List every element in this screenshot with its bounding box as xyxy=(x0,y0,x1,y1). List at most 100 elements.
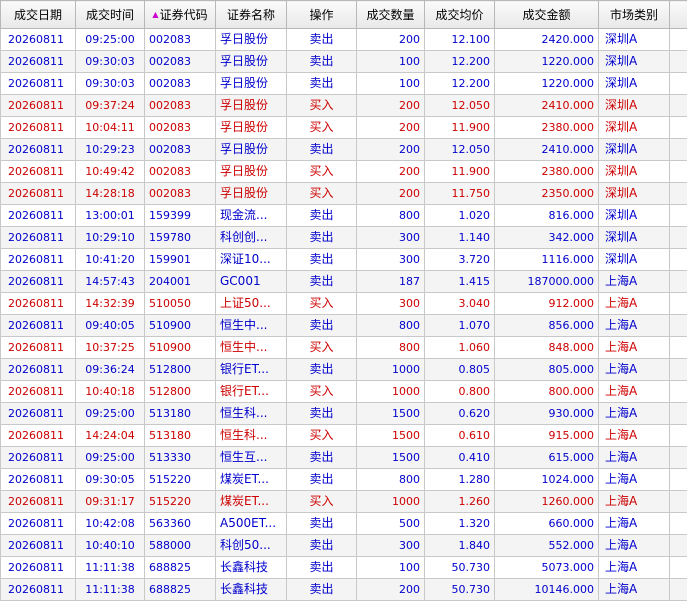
cell-date: 20260811 xyxy=(0,380,76,403)
cell-quantity: 200 xyxy=(356,138,425,161)
trade-history-grid: 成交日期 成交时间 ▲证券代码 证券名称 操作 成交数量 成交均价 成交金额 市… xyxy=(0,0,687,606)
cell-name: 上证50... xyxy=(215,292,287,315)
table-row[interactable]: 20260811 13:00:01 159399 现金流... 卖出 800 1.020 81… xyxy=(0,204,687,227)
cell-operation: 买入 xyxy=(286,94,357,117)
table-row[interactable]: 20260811 09:30:05 515220 煤炭ET... 卖出 800 1.280 1… xyxy=(0,468,687,491)
table-row[interactable]: 20260811 14:57:43 204001 GC001 卖出 187 1.415 187… xyxy=(0,270,687,293)
cell-operation: 卖出 xyxy=(286,446,357,469)
cell-name: 煤炭ET... xyxy=(215,468,287,491)
table-row[interactable]: 20260811 09:30:03 002083 孚日股份 卖出 100 12.200 122… xyxy=(0,50,687,73)
table-row[interactable]: 20260811 09:40:05 510900 恒生中... 卖出 800 1.070 85… xyxy=(0,314,687,337)
cell-operation: 卖出 xyxy=(286,468,357,491)
cell-spacer xyxy=(669,512,687,535)
cell-spacer xyxy=(669,336,687,359)
cell-market: 上海A xyxy=(598,556,670,579)
cell-date: 20260811 xyxy=(0,468,76,491)
cell-name: 长鑫科技 xyxy=(215,578,287,601)
cell-quantity: 500 xyxy=(356,512,425,535)
table-row[interactable]: 20260811 10:29:10 159780 科创创... 卖出 300 1.140 34… xyxy=(0,226,687,249)
cell-price: 1.020 xyxy=(424,204,495,227)
cell-code: 588000 xyxy=(144,534,216,557)
col-header-op[interactable]: 操作 xyxy=(286,0,357,29)
cell-time: 10:29:10 xyxy=(75,226,145,249)
cell-amount: 805.000 xyxy=(494,358,599,381)
cell-amount: 1024.000 xyxy=(494,468,599,491)
table-row[interactable]: 20260811 11:11:38 688825 长鑫科技 卖出 100 50.730 507… xyxy=(0,556,687,579)
cell-operation: 卖出 xyxy=(286,226,357,249)
cell-code: 515220 xyxy=(144,490,216,513)
col-header-date[interactable]: 成交日期 xyxy=(0,0,76,29)
cell-time: 11:11:38 xyxy=(75,578,145,601)
cell-market: 上海A xyxy=(598,446,670,469)
table-row[interactable]: 20260811 14:24:04 513180 恒生科... 买入 1500 0.610 9… xyxy=(0,424,687,447)
cell-quantity: 300 xyxy=(356,292,425,315)
col-header-name[interactable]: 证券名称 xyxy=(215,0,287,29)
cell-quantity: 800 xyxy=(356,314,425,337)
cell-name: 银行ET... xyxy=(215,358,287,381)
table-row[interactable]: 20260811 14:28:18 002083 孚日股份 买入 200 11.750 235… xyxy=(0,182,687,205)
cell-code: 688825 xyxy=(144,556,216,579)
table-row[interactable]: 20260811 09:31:17 515220 煤炭ET... 买入 1000 1.260… xyxy=(0,490,687,513)
table-row[interactable]: 20260811 09:25:00 002083 孚日股份 卖出 200 12.100 242… xyxy=(0,28,687,51)
table-row[interactable]: 20260811 09:37:24 002083 孚日股份 买入 200 12.050 241… xyxy=(0,94,687,117)
cell-code: 510050 xyxy=(144,292,216,315)
cell-spacer xyxy=(669,50,687,73)
cell-date: 20260811 xyxy=(0,270,76,293)
table-row[interactable]: 20260811 10:04:11 002083 孚日股份 买入 200 11.900 238… xyxy=(0,116,687,139)
table-row[interactable]: 20260811 11:11:38 688825 长鑫科技 卖出 200 50.730 101… xyxy=(0,578,687,601)
table-row[interactable]: 20260811 10:41:20 159901 深证10... 卖出 300 3.720 1… xyxy=(0,248,687,271)
cell-quantity: 800 xyxy=(356,468,425,491)
cell-quantity: 1500 xyxy=(356,446,425,469)
cell-code: 002083 xyxy=(144,182,216,205)
table-row[interactable]: 20260811 10:42:08 563360 A500ET... 卖出 500 1.32… xyxy=(0,512,687,535)
cell-price: 0.610 xyxy=(424,424,495,447)
col-header-amount[interactable]: 成交金额 xyxy=(494,0,599,29)
cell-market: 上海A xyxy=(598,534,670,557)
cell-amount: 342.000 xyxy=(494,226,599,249)
cell-price: 1.840 xyxy=(424,534,495,557)
cell-quantity: 1500 xyxy=(356,402,425,425)
cell-time: 09:30:05 xyxy=(75,468,145,491)
table-row[interactable]: 20260811 10:40:10 588000 科创50... 卖出 300 1.840 5… xyxy=(0,534,687,557)
col-header-qty[interactable]: 成交数量 xyxy=(356,0,425,29)
table-row[interactable]: 20260811 09:36:24 512800 银行ET... 卖出 1000 0.805… xyxy=(0,358,687,381)
col-header-time[interactable]: 成交时间 xyxy=(75,0,145,29)
sort-ascending-icon: ▲ xyxy=(152,10,159,19)
cell-amount: 856.000 xyxy=(494,314,599,337)
cell-operation: 买入 xyxy=(286,424,357,447)
table-row[interactable]: 20260811 09:30:03 002083 孚日股份 卖出 100 12.200 122… xyxy=(0,72,687,95)
cell-quantity: 100 xyxy=(356,556,425,579)
table-row[interactable]: 20260811 09:25:00 513330 恒生互... 卖出 1500 0.410 6… xyxy=(0,446,687,469)
cell-date: 20260811 xyxy=(0,138,76,161)
cell-time: 09:40:05 xyxy=(75,314,145,337)
table-row[interactable]: 20260811 14:32:39 510050 上证50... 买入 300 3.040 9… xyxy=(0,292,687,315)
cell-code: 513330 xyxy=(144,446,216,469)
cell-date: 20260811 xyxy=(0,314,76,337)
cell-date: 20260811 xyxy=(0,292,76,315)
table-row[interactable]: 20260811 10:40:18 512800 银行ET... 买入 1000 0.800… xyxy=(0,380,687,403)
col-header-market[interactable]: 市场类别 xyxy=(598,0,670,29)
cell-spacer xyxy=(669,138,687,161)
col-header-date-label: 成交日期 xyxy=(13,8,62,22)
cell-code: 510900 xyxy=(144,336,216,359)
cell-name: 恒生中... xyxy=(215,336,287,359)
cell-date: 20260811 xyxy=(0,50,76,73)
cell-operation: 卖出 xyxy=(286,72,357,95)
table-row[interactable]: 20260811 10:49:42 002083 孚日股份 买入 200 11.900 238… xyxy=(0,160,687,183)
cell-price: 1.070 xyxy=(424,314,495,337)
cell-time: 14:24:04 xyxy=(75,424,145,447)
cell-price: 1.320 xyxy=(424,512,495,535)
cell-amount: 915.000 xyxy=(494,424,599,447)
table-row[interactable]: 20260811 10:29:23 002083 孚日股份 卖出 200 12.050 241… xyxy=(0,138,687,161)
cell-price: 12.200 xyxy=(424,72,495,95)
cell-date: 20260811 xyxy=(0,358,76,381)
cell-market: 深圳A xyxy=(598,182,670,205)
col-header-code[interactable]: ▲证券代码 xyxy=(144,0,216,29)
table-row[interactable]: 20260811 09:25:00 513180 恒生科... 卖出 1500 0.620 9… xyxy=(0,402,687,425)
cell-market: 深圳A xyxy=(598,50,670,73)
cell-name: 恒生科... xyxy=(215,402,287,425)
cell-price: 12.050 xyxy=(424,138,495,161)
col-header-price[interactable]: 成交均价 xyxy=(424,0,495,29)
cell-code: 513180 xyxy=(144,402,216,425)
table-row[interactable]: 20260811 10:37:25 510900 恒生中... 买入 800 1.060 84… xyxy=(0,336,687,359)
